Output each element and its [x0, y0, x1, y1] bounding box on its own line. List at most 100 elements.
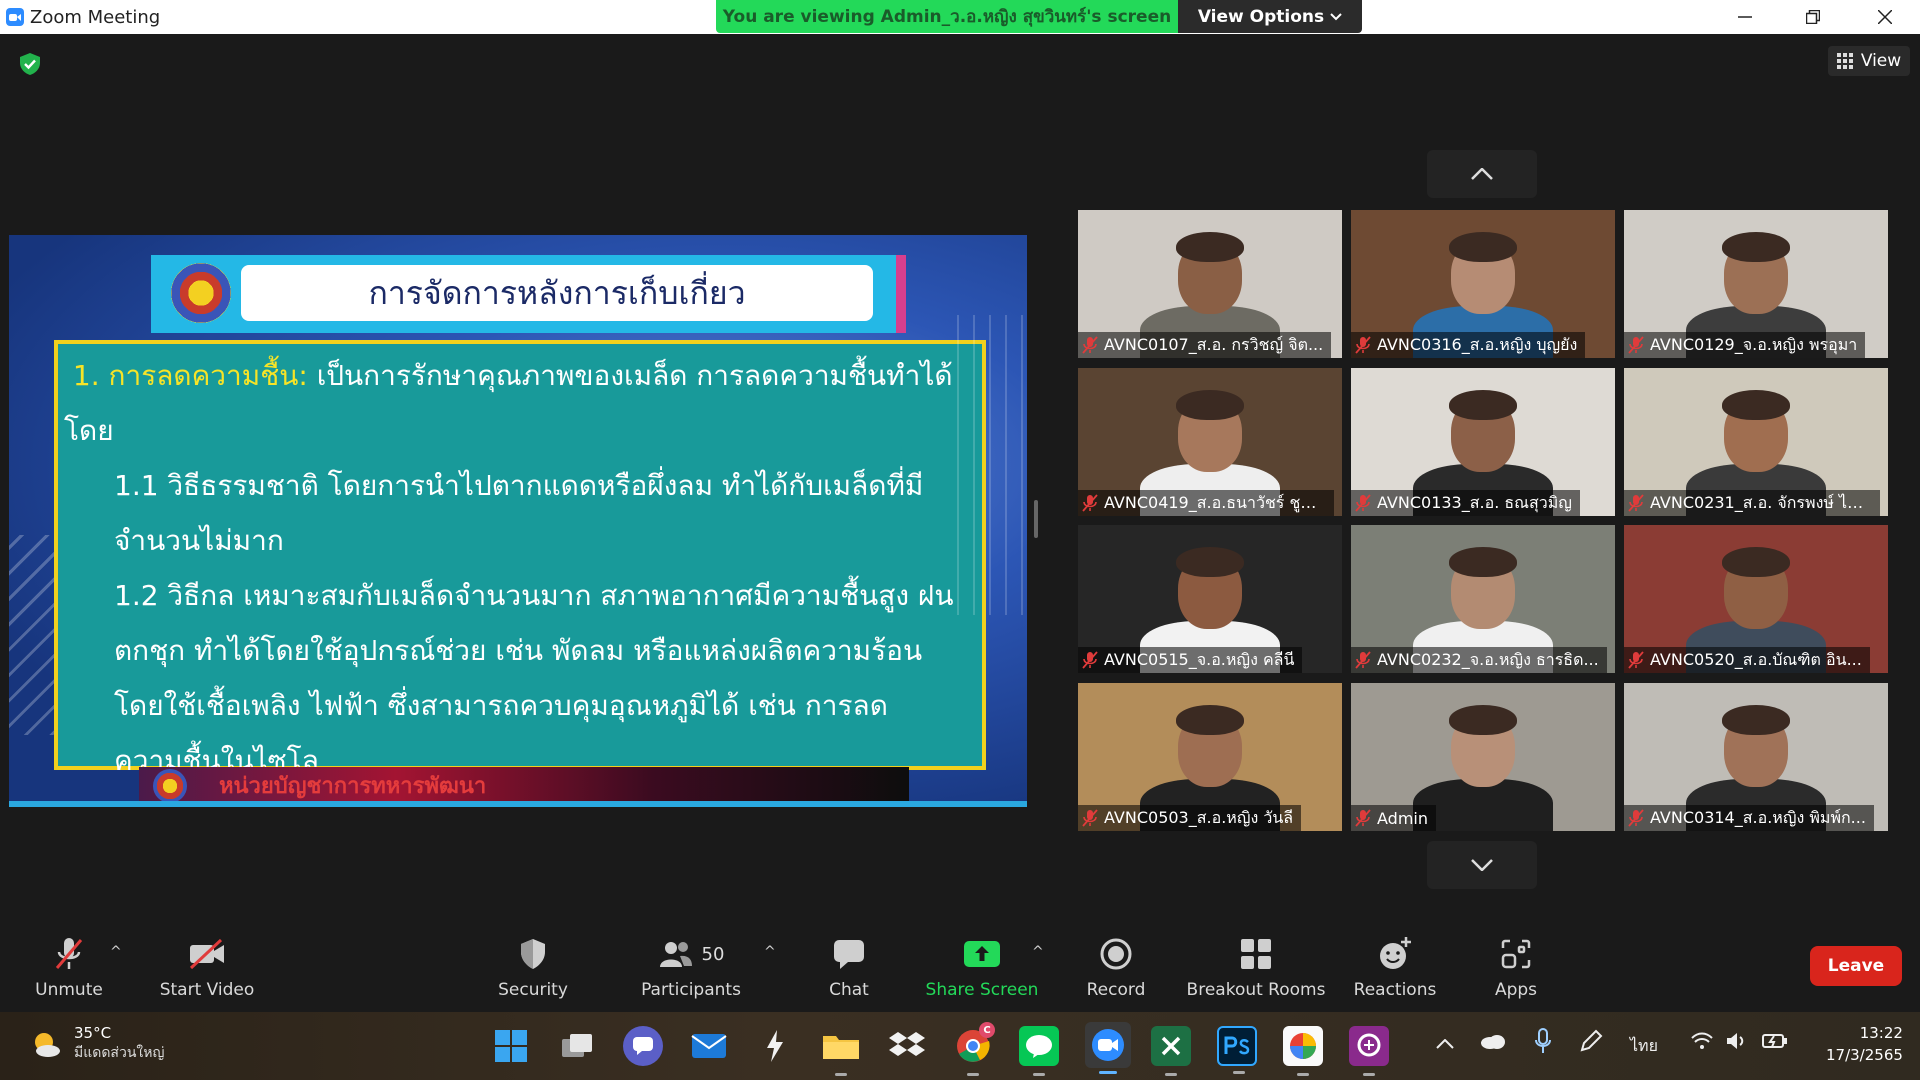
microphone-tray[interactable] — [1534, 1028, 1552, 1058]
share-options-caret[interactable]: ^ — [1032, 944, 1044, 960]
participant-video-hair — [1176, 390, 1244, 420]
excel-icon — [1161, 1036, 1181, 1056]
gallery-next-button[interactable] — [1427, 841, 1537, 889]
participant-video-hair — [1722, 390, 1790, 420]
participants-label: Participants — [641, 980, 741, 1000]
breakout-rooms-button[interactable]: Breakout Rooms — [1186, 922, 1326, 1012]
leave-button[interactable]: Leave — [1810, 946, 1902, 986]
share-screen-label: Share Screen — [925, 980, 1039, 1000]
line-app[interactable] — [1019, 1026, 1059, 1076]
participant-video-hair — [1176, 705, 1244, 735]
participant-tile[interactable]: AVNC0232_จ.อ.หญิง ธารธิด... — [1351, 525, 1615, 673]
mic-muted-icon — [1082, 809, 1098, 827]
cloud-icon — [1481, 1035, 1505, 1049]
weather-widget[interactable]: 35°C มีแดดส่วนใหญ่ — [30, 1024, 164, 1064]
participants-options-caret[interactable]: ^ — [764, 944, 776, 960]
show-hidden-icons-button[interactable] — [1436, 1034, 1454, 1053]
participant-tile[interactable]: AVNC0503_ส.อ.หญิง วันลี — [1078, 683, 1342, 831]
participant-name: AVNC0316_ส.อ.หญิง บุญยัง — [1377, 334, 1578, 354]
view-button[interactable]: View — [1828, 46, 1910, 76]
mail-app[interactable] — [689, 1026, 729, 1066]
close-button[interactable] — [1850, 0, 1920, 34]
chrome-app[interactable]: C — [953, 1022, 995, 1076]
picasa-app[interactable] — [1283, 1026, 1323, 1076]
chevron-up-icon — [1471, 168, 1493, 180]
slide-footer-text: หน่วยบัญชาการทหารพัฒนา — [219, 773, 487, 799]
participant-tile[interactable]: AVNC0520_ส.อ.บัณฑิต อิน... — [1624, 525, 1888, 673]
bolt-app[interactable] — [755, 1026, 795, 1066]
view-options-button[interactable]: View Options — [1178, 0, 1362, 33]
pdf-app[interactable] — [1349, 1026, 1389, 1076]
windows-logo-icon — [495, 1030, 527, 1062]
encryption-shield-icon[interactable] — [18, 52, 42, 76]
participant-name: AVNC0503_ส.อ.หญิง วันลี — [1104, 807, 1294, 827]
participant-name: AVNC0133_ส.อ. ธณสุวมิญ — [1377, 492, 1572, 512]
language-indicator[interactable]: ไทย — [1630, 1034, 1658, 1059]
participant-tile[interactable]: AVNC0314_ส.อ.หญิง พิมพ์ก... — [1624, 683, 1888, 831]
pen-icon — [1580, 1029, 1603, 1052]
mic-muted-icon — [1355, 336, 1371, 354]
participant-tile[interactable]: AVNC0231_ส.อ. จักรพงษ์ ไข... — [1624, 368, 1888, 516]
participant-tile[interactable]: AVNC0133_ส.อ. ธณสุวมิญ — [1351, 368, 1615, 516]
zoom-app[interactable] — [1085, 1022, 1131, 1074]
participant-tile[interactable]: AVNC0129_จ.อ.หญิง พรอุมา — [1624, 210, 1888, 358]
participant-video-hair — [1722, 547, 1790, 577]
microphone-icon — [1535, 1028, 1551, 1053]
mail-icon — [691, 1034, 727, 1058]
emoji-plus-icon — [1377, 934, 1413, 974]
slide-bottom-strip — [9, 801, 1027, 807]
photoshop-app[interactable] — [1217, 1026, 1257, 1074]
participant-tile[interactable]: AVNC0316_ส.อ.หญิง บุญยัง — [1351, 210, 1615, 358]
mic-muted-icon — [1082, 494, 1098, 512]
gallery-prev-button[interactable] — [1427, 150, 1537, 198]
unmute-button[interactable]: Unmute — [28, 922, 110, 1012]
participant-video-hair — [1722, 232, 1790, 262]
participant-name-bar: AVNC0314_ส.อ.หญิง พิมพ์ก... — [1624, 805, 1874, 831]
chat-button[interactable]: Chat — [818, 922, 880, 1012]
teams-chat-app[interactable] — [623, 1026, 663, 1066]
start-video-label: Start Video — [159, 980, 255, 1000]
audio-options-caret[interactable]: ^ — [110, 944, 122, 960]
participant-tile[interactable]: Admin — [1351, 683, 1615, 831]
running-indicator — [1233, 1071, 1245, 1074]
photoshop-icon — [1224, 1036, 1250, 1055]
dropbox-app[interactable] — [887, 1026, 927, 1066]
pen-tray[interactable] — [1578, 1028, 1604, 1058]
clock-date: 17/3/2565 — [1826, 1046, 1903, 1064]
task-view-button[interactable] — [557, 1026, 597, 1066]
participant-name-bar: AVNC0520_ส.อ.บัณฑิต อิน... — [1624, 647, 1870, 673]
apps-button[interactable]: Apps — [1488, 922, 1544, 1012]
reactions-button[interactable]: Reactions — [1352, 922, 1438, 1012]
participants-button[interactable]: 50 Participants — [640, 922, 742, 1012]
apps-icon — [1500, 934, 1532, 974]
participant-video-hair — [1176, 232, 1244, 262]
participant-tile[interactable]: AVNC0419_ส.อ.ธนาวัชร์ ชูช... — [1078, 368, 1342, 516]
restore-button[interactable] — [1778, 0, 1848, 34]
mic-muted-icon — [1082, 336, 1098, 354]
running-indicator — [967, 1073, 979, 1076]
slide-heading: 1. การลดความชื้น: เป็นการรักษาคุณภาพของเ… — [64, 348, 976, 458]
panel-splitter[interactable] — [1034, 500, 1038, 538]
slide-header: การจัดการหลังการเก็บเกี่ยว — [151, 255, 906, 333]
system-clock[interactable]: 13:22 17/3/2565 — [1826, 1022, 1903, 1066]
chevron-up-icon — [1436, 1038, 1454, 1049]
record-button[interactable]: Record — [1084, 922, 1148, 1012]
battery-tray[interactable] — [1762, 1032, 1788, 1054]
minimize-button[interactable] — [1710, 0, 1780, 34]
people-icon — [659, 942, 692, 967]
wifi-icon — [1691, 1032, 1713, 1049]
participant-tile[interactable]: AVNC0107_ส.อ. กรวิชญ์ จิต... — [1078, 210, 1342, 358]
participant-tile[interactable]: AVNC0515_จ.อ.หญิง คลีนี — [1078, 525, 1342, 673]
share-screen-button[interactable]: Share Screen — [924, 922, 1040, 1012]
chat-app-icon — [633, 1037, 653, 1055]
start-menu-button[interactable] — [491, 1026, 531, 1066]
volume-tray[interactable] — [1726, 1032, 1748, 1054]
participant-name-bar: Admin — [1351, 805, 1436, 831]
file-explorer-app[interactable] — [821, 1026, 861, 1076]
start-video-button[interactable]: Start Video — [156, 922, 258, 1012]
wifi-tray[interactable] — [1690, 1032, 1714, 1054]
slide-item-1: 1.1 วิธีธรรมชาติ โดยการนำไปตากแดดหรือผึ่… — [114, 469, 924, 557]
onedrive-tray[interactable] — [1480, 1032, 1506, 1054]
excel-app[interactable] — [1151, 1026, 1191, 1076]
security-button[interactable]: Security — [496, 922, 570, 1012]
